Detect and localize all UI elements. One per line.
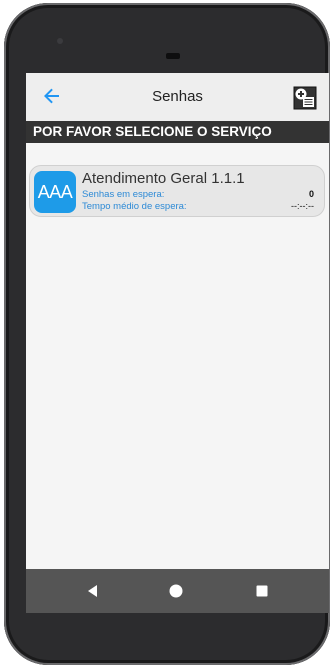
earpiece-speaker — [166, 53, 180, 59]
service-name: Atendimento Geral 1.1.1 — [82, 170, 245, 187]
back-button[interactable] — [40, 84, 64, 108]
avg-wait-label: Tempo médio de espera: — [82, 201, 187, 212]
nav-recents-button[interactable] — [252, 581, 272, 601]
front-camera — [57, 38, 63, 44]
system-nav-bar — [26, 569, 329, 613]
service-card-atendimento-geral[interactable]: AAA Atendimento Geral 1.1.1 Senhas em es… — [29, 165, 325, 217]
select-service-banner: POR FAVOR SELECIONE O SERVIÇO — [26, 121, 329, 143]
waiting-tickets-value: 0 — [308, 189, 314, 199]
waiting-tickets-label: Senhas em espera: — [82, 189, 165, 200]
nav-home-button[interactable] — [166, 581, 186, 601]
add-ticket-icon — [293, 86, 317, 110]
page-title: Senhas — [152, 88, 203, 105]
banner-text: POR FAVOR SELECIONE O SERVIÇO — [33, 124, 272, 139]
avg-wait-value: --:--:-- — [291, 201, 314, 211]
app-bar: Senhas — [26, 73, 329, 121]
nav-back-button[interactable] — [83, 581, 103, 601]
app-screen: Senhas POR FAVOR SELECIONE O SERVIÇO AAA… — [26, 73, 329, 613]
circle-home-icon — [169, 584, 183, 598]
arrow-left-icon — [44, 88, 59, 104]
service-avatar: AAA — [34, 171, 76, 213]
add-ticket-button[interactable] — [293, 86, 317, 110]
triangle-back-icon — [88, 585, 97, 597]
phone-frame: Senhas POR FAVOR SELECIONE O SERVIÇO AAA… — [4, 3, 330, 665]
square-recents-icon — [256, 585, 268, 597]
